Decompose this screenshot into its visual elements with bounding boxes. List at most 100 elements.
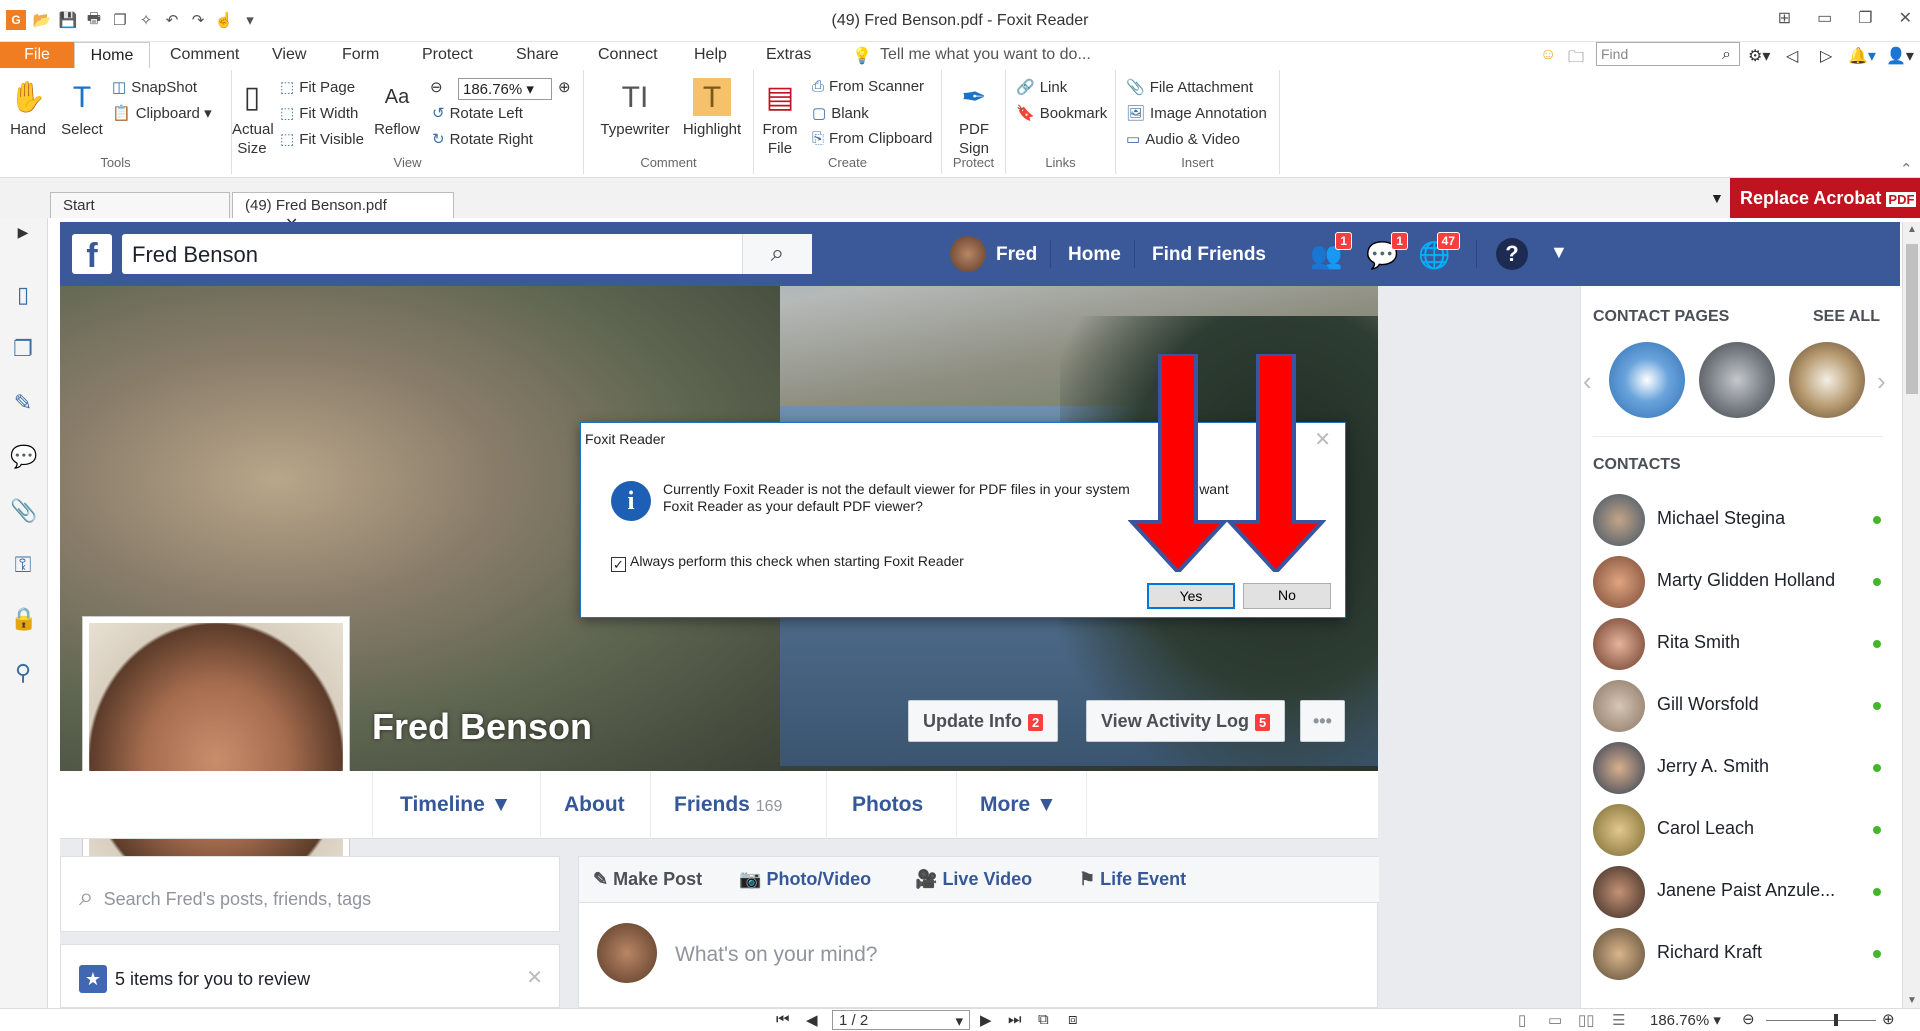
zoom-slider[interactable]: [1766, 1020, 1876, 1021]
user-icon[interactable]: 👤▾: [1886, 46, 1914, 66]
rotate-left-button[interactable]: ↺ Rotate Left: [432, 104, 523, 122]
zoom-out-icon[interactable]: ⊖: [1742, 1010, 1755, 1028]
minimize-button[interactable]: ▭: [1817, 8, 1832, 28]
help-icon[interactable]: ?: [1496, 238, 1528, 270]
tab-about[interactable]: About: [564, 793, 625, 817]
facing-view-icon[interactable]: ▯▯: [1578, 1011, 1595, 1029]
audio-video-button[interactable]: ▭ Audio & Video: [1126, 130, 1240, 148]
tab-current-document[interactable]: (49) Fred Benson.pdf ✕: [232, 192, 454, 233]
security-icon[interactable]: ⚿: [10, 552, 36, 578]
typewriter-button[interactable]: TI Typewriter: [598, 78, 672, 139]
zoom-out-icon[interactable]: ⊖: [430, 78, 443, 96]
scrollbar-thumb[interactable]: [1906, 244, 1918, 394]
activity-log-button[interactable]: View Activity Log 5: [1086, 700, 1286, 742]
gear-icon[interactable]: ⚙▾: [1748, 46, 1770, 66]
zoom-level[interactable]: 186.76% ▾: [1650, 1011, 1721, 1029]
lock-icon[interactable]: 🔒: [10, 606, 37, 632]
contact-item[interactable]: Rita Smith: [1593, 614, 1883, 670]
contact-item[interactable]: Jerry A. Smith: [1593, 738, 1883, 794]
contact-item[interactable]: Carol Leach: [1593, 800, 1883, 856]
tab-comment[interactable]: Comment: [170, 46, 239, 64]
layers-icon[interactable]: ❐: [10, 336, 36, 362]
close-button[interactable]: ✕: [1899, 8, 1912, 28]
collapse-ribbon-icon[interactable]: ⌃: [1900, 160, 1913, 178]
no-button[interactable]: No: [1243, 583, 1331, 609]
highlight-button[interactable]: T Highlight: [678, 78, 746, 139]
contact-page-avatar[interactable]: [1609, 342, 1685, 418]
see-all-link[interactable]: SEE ALL: [1813, 308, 1880, 326]
tab-connect[interactable]: Connect: [598, 46, 658, 64]
tab-file[interactable]: File: [0, 42, 74, 68]
actual-size-button[interactable]: ▯ Actual Size: [232, 78, 274, 158]
zoom-in-icon[interactable]: ⊕: [558, 78, 571, 96]
replace-acrobat-button[interactable]: Replace Acrobat PDF: [1730, 178, 1920, 218]
tab-start[interactable]: Start: [50, 192, 230, 218]
messages-icon[interactable]: 💬 1: [1366, 232, 1408, 270]
contact-item[interactable]: Janene Paist Anzule...: [1593, 862, 1883, 918]
prev-arrow-icon[interactable]: ◁: [1786, 46, 1798, 66]
contact-page-avatar[interactable]: [1699, 342, 1775, 418]
fit-visible-button[interactable]: ⬚ Fit Visible: [280, 130, 364, 148]
pdf-sign-button[interactable]: ✒ PDF Sign: [948, 78, 1000, 158]
account-menu-icon[interactable]: ▼: [1550, 242, 1568, 263]
fit-width-button[interactable]: ⬚ Fit Width: [280, 104, 358, 122]
blank-button[interactable]: ▢ Blank: [812, 104, 869, 122]
contact-item[interactable]: Michael Stegina: [1593, 490, 1883, 546]
fit-page-button[interactable]: ⬚ Fit Page: [280, 78, 355, 96]
tab-help[interactable]: Help: [694, 46, 727, 64]
first-page-icon[interactable]: ⏮: [776, 1011, 790, 1028]
search-posts-input[interactable]: ⌕ Search Fred's posts, friends, tags: [60, 856, 560, 932]
clipboard-button[interactable]: 📋 Clipboard ▾: [112, 104, 212, 122]
attachments-icon[interactable]: 📎: [10, 498, 37, 524]
nav-user[interactable]: Fred: [996, 244, 1037, 266]
notifications-icon[interactable]: 🌐 47: [1418, 232, 1460, 270]
tab-share[interactable]: Share: [516, 46, 559, 64]
restore-button[interactable]: ❐: [1858, 8, 1872, 28]
prev-page-icon[interactable]: ◀: [806, 1011, 818, 1029]
comments-icon[interactable]: 💬: [10, 444, 37, 470]
bookmark-button[interactable]: 🔖 Bookmark: [1016, 104, 1107, 122]
snapshot-button[interactable]: ◫ SnapShot: [112, 78, 197, 96]
hand-button[interactable]: ✋ Hand: [6, 78, 50, 139]
scroll-down-icon[interactable]: ▼: [1907, 995, 1917, 1006]
tab-form[interactable]: Form: [342, 46, 379, 64]
rotate-right-button[interactable]: ↻ Rotate Right: [432, 130, 533, 148]
zoom-slider-thumb[interactable]: [1834, 1014, 1838, 1026]
tab-friends[interactable]: Friends 169: [674, 793, 782, 817]
chevron-right-icon[interactable]: ›: [1877, 366, 1886, 397]
contact-page-avatar[interactable]: [1789, 342, 1865, 418]
search-icon[interactable]: ⌕: [1722, 46, 1731, 64]
signature-panel-icon[interactable]: ✎: [10, 390, 36, 416]
contact-item[interactable]: Gill Worsfold: [1593, 676, 1883, 732]
close-icon[interactable]: ✕: [526, 965, 543, 990]
nav-find-friends[interactable]: Find Friends: [1152, 244, 1266, 266]
profile-picture[interactable]: [82, 616, 350, 880]
last-page-icon[interactable]: ⏭: [1008, 1011, 1022, 1028]
zoom-in-icon[interactable]: ⊕: [1882, 1010, 1895, 1028]
tab-more[interactable]: More ▼: [980, 793, 1057, 817]
chevron-left-icon[interactable]: ‹: [1583, 366, 1592, 397]
tab-home[interactable]: Home: [74, 42, 150, 70]
life-event-button[interactable]: ⚑ Life Event: [1079, 869, 1186, 890]
tab-photos[interactable]: Photos: [852, 793, 923, 817]
from-file-button[interactable]: ▤ From File: [758, 78, 802, 158]
nav-home[interactable]: Home: [1068, 244, 1121, 266]
review-items-panel[interactable]: ★ 5 items for you to review ✕: [60, 944, 560, 1008]
page-layout-icon[interactable]: ⧈: [1068, 1011, 1078, 1028]
photo-video-button[interactable]: 📷 Photo/Video: [739, 869, 871, 890]
page-layout-icon[interactable]: ⧉: [1038, 1011, 1049, 1028]
page-thumbnails-icon[interactable]: ▯: [10, 282, 36, 308]
next-arrow-icon[interactable]: ▷: [1820, 46, 1832, 66]
smiley-icon[interactable]: ☺: [1540, 46, 1556, 64]
link-button[interactable]: 🔗 Link: [1016, 78, 1067, 96]
dropdown-icon[interactable]: ▼: [1710, 190, 1724, 206]
user-search-icon[interactable]: ⚲: [10, 660, 36, 686]
yes-button[interactable]: Yes: [1147, 583, 1235, 609]
tab-timeline[interactable]: Timeline ▼: [400, 793, 511, 817]
more-options-button[interactable]: •••: [1300, 700, 1345, 742]
continuous-facing-view-icon[interactable]: ☰: [1612, 1011, 1625, 1029]
reflow-button[interactable]: Aa Reflow: [372, 78, 422, 139]
single-page-view-icon[interactable]: ▯: [1518, 1011, 1526, 1029]
vertical-scrollbar[interactable]: ▲ ▼: [1902, 222, 1920, 1008]
bell-icon[interactable]: 🔔▾: [1848, 46, 1876, 66]
